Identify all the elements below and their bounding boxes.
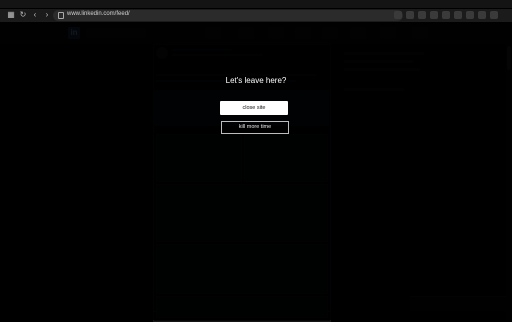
- modal-title: Let's leave here?: [225, 76, 287, 85]
- extension-icon-4[interactable]: [454, 11, 462, 19]
- back-button[interactable]: ‹: [30, 10, 40, 20]
- share-icon[interactable]: [418, 11, 426, 19]
- tab-list-button[interactable]: ▦: [6, 10, 16, 20]
- close-site-button[interactable]: close site: [220, 101, 288, 115]
- kill-more-time-button[interactable]: kill more time: [221, 121, 289, 134]
- tab-strip: [0, 0, 512, 8]
- sidebar-icon[interactable]: [466, 11, 474, 19]
- forward-button[interactable]: ›: [42, 10, 52, 20]
- bookmark-icon[interactable]: [394, 11, 402, 19]
- menu-icon[interactable]: [490, 11, 498, 19]
- dim-overlay: [0, 22, 512, 320]
- lock-icon: [58, 12, 64, 19]
- download-icon[interactable]: [478, 11, 486, 19]
- extension-icon[interactable]: [406, 11, 414, 19]
- extension-icon-3[interactable]: [442, 11, 450, 19]
- address-bar[interactable]: www.linkedin.com/feed/: [53, 10, 403, 21]
- extension-icon-2[interactable]: [430, 11, 438, 19]
- reload-button[interactable]: ↻: [18, 10, 28, 20]
- url-text: www.linkedin.com/feed/: [67, 11, 130, 17]
